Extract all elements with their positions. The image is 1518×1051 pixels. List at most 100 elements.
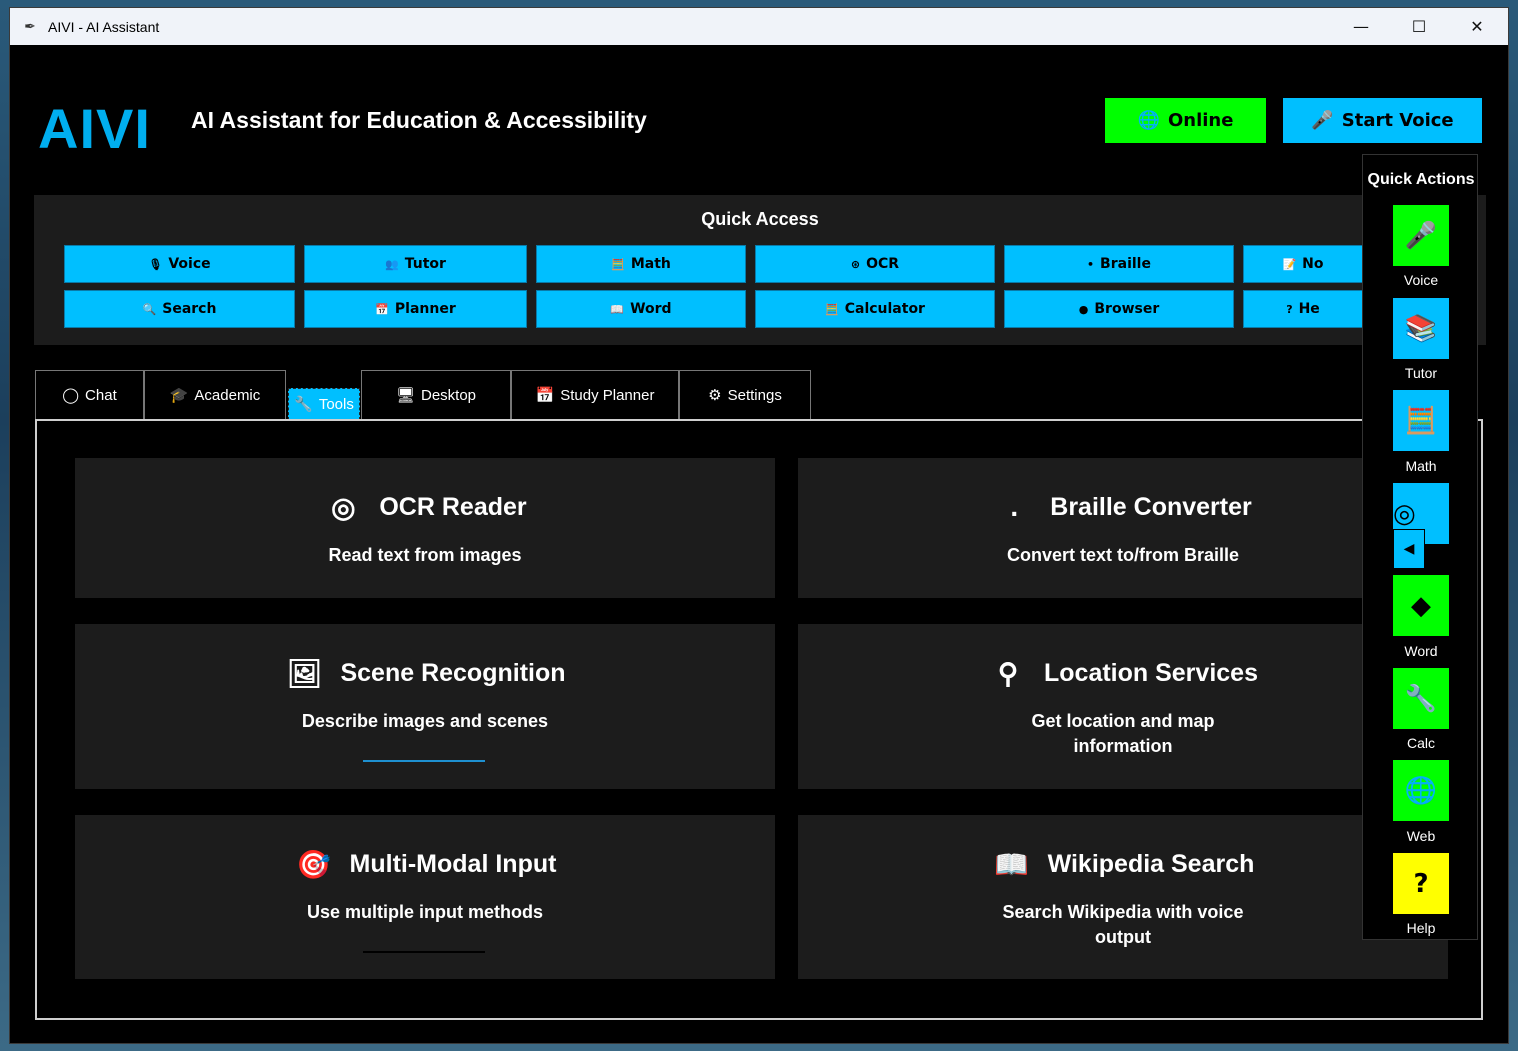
qa-side-help-button[interactable]: ? [1393, 853, 1449, 914]
qa-notes-button[interactable]: 📝 No [1243, 245, 1363, 283]
book-icon: 📖 [610, 302, 625, 316]
map-pin-icon: ⚲ [997, 658, 1019, 689]
qa-planner-button[interactable]: 📅 Planner [304, 290, 527, 328]
globe-icon: 🌐 [1404, 775, 1438, 806]
question-icon: ? [1413, 868, 1429, 899]
close-button[interactable]: ✕ [1448, 8, 1506, 45]
card-description: Read text from images [328, 545, 522, 565]
question-icon: ? [1286, 302, 1293, 316]
qa-side-tutor-label: Tutor [1404, 365, 1438, 381]
globe-icon: 🌐 [1137, 110, 1160, 131]
card-description: Search Wikipedia with voice output [1002, 902, 1244, 947]
calculator-icon: 🧮 [825, 302, 839, 316]
qa-side-web-label: Web [1406, 828, 1436, 844]
quick-access-panel: Quick Access 🎙 Voice 👥 Tutor 🧮 Math ⊛ OCR • B… [34, 195, 1486, 345]
ocr-reader-card[interactable]: ◎ OCR Reader Read text from images [75, 458, 775, 598]
progress-bar [363, 760, 485, 762]
tools-panel: ◎ OCR Reader Read text from images . Brail… [35, 419, 1483, 1020]
app-logo: AIVI [38, 97, 151, 160]
quick-actions-sidebar: Quick Actions 🎤 Voice 📚 Tutor 🧮 Math ◎ ◀… [1362, 154, 1478, 940]
book-icon: 📖 [994, 849, 1030, 880]
qa-side-voice-button[interactable]: 🎤 [1393, 205, 1449, 266]
qa-tutor-button[interactable]: 👥 Tutor [304, 245, 527, 283]
qa-side-math-button[interactable]: 🧮 [1393, 390, 1449, 451]
qa-side-calc-label: Calc [1406, 735, 1435, 751]
tab-chat[interactable]: ◯ Chat [35, 370, 144, 419]
card-title: OCR Reader [379, 493, 527, 521]
qa-math-button[interactable]: 🧮 Math [536, 245, 746, 283]
microphone-icon: 🎤 [1404, 220, 1438, 251]
graduation-cap-icon: 🎓 [169, 387, 189, 404]
books-icon: 📚 [1404, 313, 1438, 344]
monitor-icon: 🖥 [395, 387, 415, 404]
card-description: Get location and map information [1031, 711, 1215, 756]
multi-modal-input-card[interactable]: 🎯 Multi-Modal Input Use multiple input me… [75, 815, 775, 979]
app-subtitle: AI Assistant for Education & Accessibili… [191, 107, 647, 133]
diamond-icon: ◆ [1411, 590, 1431, 621]
qa-word-button[interactable]: 📖 Word [536, 290, 746, 328]
card-title: Multi-Modal Input [349, 850, 557, 878]
card-description: Use multiple input methods [306, 902, 543, 922]
quick-actions-title: Quick Actions [1367, 171, 1475, 188]
progress-bar [363, 951, 485, 953]
calendar-icon: 📅 [535, 387, 555, 404]
qa-side-calc-button[interactable]: 🔧 [1393, 668, 1449, 729]
qa-side-help-label: Help [1406, 920, 1436, 936]
online-label: Online [1167, 110, 1234, 131]
globe-icon: ● [1078, 302, 1089, 316]
app-window: ✒ AIVI - AI Assistant — ☐ ✕ AIVI AI Assi… [9, 7, 1509, 1044]
wrench-icon: 🔧 [294, 396, 313, 413]
dot-icon: • [1087, 257, 1095, 271]
card-title: Braille Converter [1050, 492, 1252, 521]
abacus-icon: 🧮 [611, 257, 625, 271]
qa-side-voice-label: Voice [1403, 272, 1439, 288]
qa-search-button[interactable]: 🔍 Search [64, 290, 295, 328]
chat-bubble-icon: ◯ [62, 387, 80, 404]
abacus-icon: 🧮 [1404, 405, 1438, 436]
left-arrow-icon: ◀ [1403, 541, 1415, 557]
title-bar: ✒ AIVI - AI Assistant — ☐ ✕ [10, 8, 1508, 45]
qa-side-tutor-button[interactable]: 📚 [1393, 298, 1449, 359]
qa-voice-button[interactable]: 🎙 Voice [64, 245, 295, 283]
card-description: Describe images and scenes [301, 711, 549, 731]
qa-side-word-button[interactable]: ◆ [1393, 575, 1449, 636]
window-title: AIVI - AI Assistant [48, 18, 160, 35]
wikipedia-search-card[interactable]: 📖 Wikipedia Search Search Wikipedia with … [798, 815, 1448, 979]
qa-calculator-button[interactable]: 🧮 Calculator [755, 290, 995, 328]
card-title: Scene Recognition [340, 659, 566, 687]
collapse-button[interactable]: ◀ [1393, 529, 1425, 569]
qa-side-word-label: Word [1404, 643, 1438, 659]
picture-icon: 🖼 [286, 658, 323, 689]
online-button[interactable]: 🌐 Online [1105, 98, 1266, 143]
tab-study-planner[interactable]: 📅 Study Planner [511, 370, 679, 419]
microphone-icon: 🎙 [148, 257, 163, 271]
card-title: Location Services [1044, 659, 1258, 687]
calendar-icon: 📅 [375, 302, 389, 316]
notepad-icon: 📝 [1282, 257, 1297, 271]
location-services-card[interactable]: ⚲ Location Services Get location and map … [798, 624, 1448, 789]
minimize-button[interactable]: — [1332, 8, 1390, 45]
target-icon: ◎ [331, 492, 356, 523]
qa-help-button[interactable]: ? He [1243, 290, 1363, 328]
qa-side-web-button[interactable]: 🌐 [1393, 760, 1449, 821]
feather-icon: ✒ [24, 18, 36, 35]
target-icon: ◎ [1393, 498, 1416, 529]
search-icon: 🔍 [142, 302, 157, 316]
gear-icon: ⚙ [708, 387, 722, 404]
tab-settings[interactable]: ⚙ Settings [679, 370, 811, 419]
tab-academic[interactable]: 🎓 Academic [144, 370, 286, 419]
scene-recognition-card[interactable]: 🖼 Scene Recognition Describe images and s… [75, 624, 775, 789]
quick-access-title: Quick Access [701, 209, 819, 229]
braille-converter-card[interactable]: . Braille Converter Convert text to/from … [798, 458, 1448, 598]
start-voice-label: Start Voice [1341, 110, 1454, 131]
start-voice-button[interactable]: 🎤 Start Voice [1283, 98, 1482, 143]
people-icon: 👥 [385, 257, 399, 271]
qa-browser-button[interactable]: ● Browser [1004, 290, 1234, 328]
qa-ocr-button[interactable]: ⊛ OCR [755, 245, 995, 283]
qa-braille-button[interactable]: • Braille [1004, 245, 1234, 283]
tab-desktop[interactable]: 🖥 Desktop [361, 370, 511, 419]
microphone-icon: 🎤 [1311, 110, 1334, 131]
tab-tools[interactable]: 🔧 Tools [288, 388, 360, 420]
target-icon: 🎯 [296, 849, 331, 880]
maximize-button[interactable]: ☐ [1390, 8, 1448, 45]
